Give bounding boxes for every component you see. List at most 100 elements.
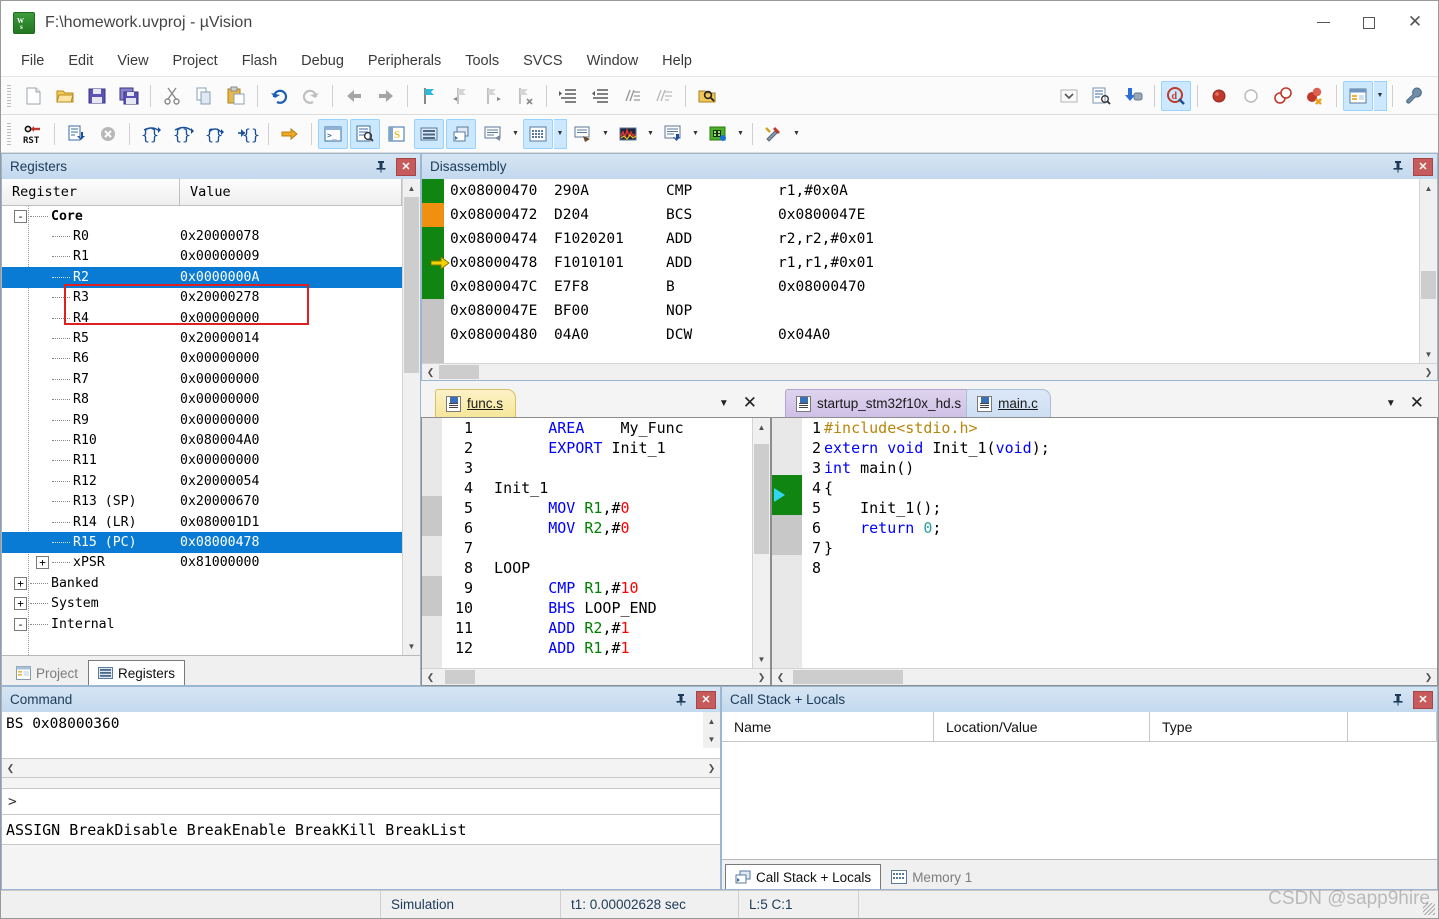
toolbar-overflow-button[interactable] bbox=[1054, 81, 1084, 111]
disassembly-line[interactable]: 0x08000474 F1020201 ADD r2,r2,#0x01 bbox=[450, 227, 1419, 251]
register-row[interactable]: + xPSR 0x81000000 bbox=[2, 553, 402, 573]
disassembly-gutter-cell[interactable] bbox=[422, 227, 444, 251]
system-analyzer-dropdown[interactable]: ▼ bbox=[734, 119, 747, 149]
editor-tab-main-c[interactable]: main.c bbox=[966, 389, 1051, 417]
command-input[interactable]: > bbox=[2, 788, 720, 815]
disassembly-gutter-cell[interactable] bbox=[422, 275, 444, 299]
editor-right-hscrollbar[interactable]: ❮ ❯ bbox=[772, 668, 1437, 685]
toolbar-grip[interactable] bbox=[7, 122, 11, 145]
editor-right-code-line[interactable]: int main() bbox=[824, 458, 1437, 478]
column-header-name[interactable]: Name bbox=[722, 712, 934, 741]
watch-windows-dropdown[interactable]: ▼ bbox=[509, 119, 522, 149]
editor-left-area[interactable]: 1 2 3 4 5 6 7 8 9 10 11 12 AREA My_Func EXPORT Init… bbox=[422, 418, 770, 668]
registers-scroll-track[interactable] bbox=[403, 197, 420, 637]
registers-scroll-thumb[interactable] bbox=[404, 197, 419, 373]
register-row[interactable]: R0 0x20000078 bbox=[2, 226, 402, 246]
scroll-up-icon[interactable]: ▲ bbox=[703, 712, 720, 730]
menu-flash[interactable]: Flash bbox=[230, 49, 289, 73]
pin-icon[interactable] bbox=[672, 691, 690, 709]
disassembly-close-button[interactable]: ✕ bbox=[1413, 157, 1433, 176]
menu-edit[interactable]: Edit bbox=[56, 49, 105, 73]
toggle-bookmark-button[interactable] bbox=[414, 81, 444, 111]
next-bookmark-button[interactable] bbox=[478, 81, 508, 111]
editor-left-code-line[interactable]: CMP R1,#10 bbox=[476, 578, 752, 598]
chevron-down-icon[interactable]: ▼ bbox=[719, 398, 729, 409]
disassembly-scroll-thumb[interactable] bbox=[1421, 271, 1436, 299]
register-row[interactable]: + Banked bbox=[2, 573, 402, 593]
disassembly-scroll-track[interactable] bbox=[1420, 197, 1437, 345]
editor-right-code-line[interactable]: { bbox=[824, 478, 1437, 498]
start-stop-debug-session-button[interactable]: d bbox=[1161, 80, 1191, 111]
indent-right-button[interactable] bbox=[553, 81, 583, 111]
call-stack-window-button[interactable] bbox=[446, 118, 476, 149]
previous-bookmark-button[interactable] bbox=[446, 81, 476, 111]
scroll-right-icon[interactable]: ❯ bbox=[703, 763, 720, 774]
disassembly-line[interactable]: 0x08000472 D204 BCS 0x0800047E bbox=[450, 203, 1419, 227]
pin-icon[interactable] bbox=[1389, 691, 1407, 709]
scroll-left-icon[interactable]: ❮ bbox=[422, 672, 439, 683]
registers-vscrollbar[interactable]: ▲ ▼ bbox=[402, 179, 420, 655]
download-to-flash-button[interactable] bbox=[1118, 81, 1148, 111]
disassembly-code[interactable]: 0x08000470 290A CMP r1,#0x0A 0x08000472 D204 B… bbox=[422, 179, 1419, 363]
find-in-files-button[interactable] bbox=[692, 81, 722, 111]
enable-disable-breakpoint-button[interactable] bbox=[1236, 81, 1266, 111]
chevron-down-icon[interactable]: ▼ bbox=[1386, 398, 1396, 409]
editor-left-code-line[interactable]: ADD R2,#1 bbox=[476, 618, 752, 638]
register-row[interactable]: R1 0x00000009 bbox=[2, 247, 402, 267]
scroll-down-icon[interactable]: ▼ bbox=[1420, 345, 1437, 363]
command-window-button[interactable]: >_ bbox=[318, 118, 348, 149]
editor-left-hscroll-track[interactable] bbox=[439, 669, 753, 685]
configure-target-button[interactable] bbox=[1086, 81, 1116, 111]
memory-windows-button[interactable] bbox=[523, 118, 553, 149]
step-out-button[interactable]: {} bbox=[200, 119, 230, 149]
undo-button[interactable] bbox=[264, 81, 294, 111]
new-file-button[interactable] bbox=[18, 81, 48, 111]
register-row[interactable]: R5 0x20000014 bbox=[2, 328, 402, 348]
menu-file[interactable]: File bbox=[9, 49, 56, 73]
editor-right-hscroll-track[interactable] bbox=[789, 669, 1420, 685]
column-header-register[interactable]: Register bbox=[2, 179, 180, 206]
register-row[interactable]: - Core bbox=[2, 206, 402, 226]
editor-left-vscrollbar[interactable]: ▲ ▼ bbox=[752, 418, 770, 668]
redo-button[interactable] bbox=[296, 81, 326, 111]
kill-all-breakpoints-button[interactable] bbox=[1300, 81, 1330, 111]
save-button[interactable] bbox=[82, 81, 112, 111]
configuration-wizard-button[interactable] bbox=[1399, 81, 1429, 111]
menu-view[interactable]: View bbox=[105, 49, 160, 73]
disassembly-vscrollbar[interactable]: ▲ ▼ bbox=[1419, 179, 1437, 363]
editor-left-hscroll-thumb[interactable] bbox=[445, 670, 475, 684]
editor-right-code-line[interactable] bbox=[824, 558, 1437, 578]
tree-expander-icon[interactable]: - bbox=[14, 209, 27, 223]
menu-window[interactable]: Window bbox=[575, 49, 651, 73]
editor-right-close-button[interactable]: ✕ bbox=[1410, 395, 1424, 412]
editor-left-code-line[interactable]: LOOP bbox=[476, 558, 752, 578]
tree-expander-icon[interactable]: - bbox=[14, 617, 27, 631]
editor-left-code-line[interactable]: MOV R1,#0 bbox=[476, 498, 752, 518]
run-button[interactable] bbox=[61, 119, 91, 149]
serial-windows-dropdown[interactable]: ▼ bbox=[599, 119, 612, 149]
scroll-left-icon[interactable]: ❮ bbox=[772, 672, 789, 683]
register-row[interactable]: R2 0x0000000A bbox=[2, 267, 402, 288]
editor-tab-func-s[interactable]: func.s bbox=[435, 389, 517, 417]
uncomment-selection-button[interactable] bbox=[649, 81, 679, 111]
register-row[interactable]: R14 (LR) 0x080001D1 bbox=[2, 512, 402, 532]
disassembly-window-button[interactable] bbox=[350, 118, 380, 149]
disable-all-breakpoints-button[interactable] bbox=[1268, 81, 1298, 111]
copy-button[interactable] bbox=[189, 81, 219, 111]
tree-expander-icon[interactable]: + bbox=[14, 576, 27, 590]
scroll-left-icon[interactable]: ❮ bbox=[422, 367, 439, 378]
pin-icon[interactable] bbox=[1389, 158, 1407, 176]
editor-left-code-line[interactable]: MOV R2,#0 bbox=[476, 518, 752, 538]
register-row[interactable]: R13 (SP) 0x20000670 bbox=[2, 491, 402, 511]
editor-left-scroll-thumb[interactable] bbox=[754, 444, 769, 554]
command-output-area[interactable]: BS 0x08000360 ▲ ▼ bbox=[2, 712, 720, 759]
menu-debug[interactable]: Debug bbox=[289, 49, 356, 73]
editor-left-code-line[interactable] bbox=[476, 458, 752, 478]
disassembly-hscrollbar[interactable]: ❮ ❯ bbox=[422, 363, 1437, 380]
analysis-windows-button[interactable] bbox=[613, 119, 643, 149]
editor-tab-startup-stm32f10x-hd-s[interactable]: startup_stm32f10x_hd.s bbox=[785, 389, 975, 417]
scroll-left-icon[interactable]: ❮ bbox=[2, 763, 19, 774]
show-next-statement-button[interactable] bbox=[275, 119, 305, 149]
editor-left-code-line[interactable]: BHS LOOP_END bbox=[476, 598, 752, 618]
column-header-location-value[interactable]: Location/Value bbox=[934, 712, 1150, 741]
